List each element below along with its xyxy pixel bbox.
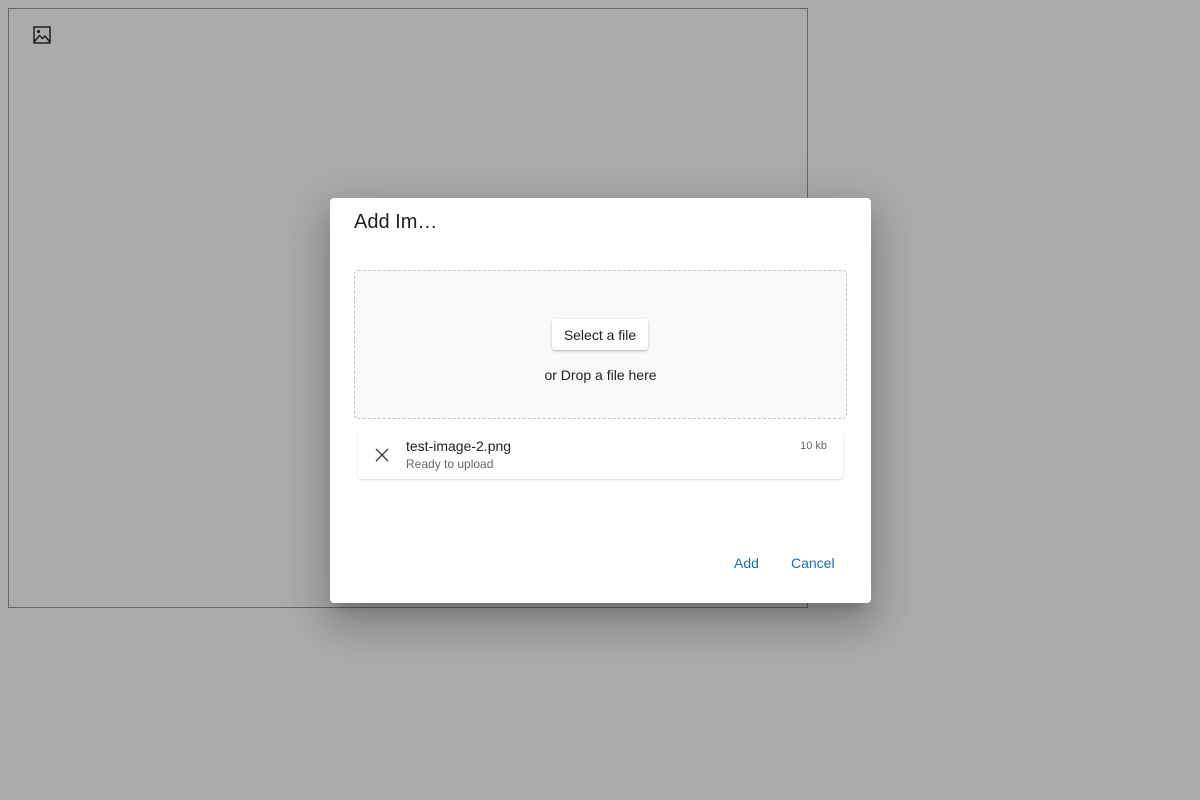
add-button[interactable]: Add: [728, 551, 765, 575]
close-icon: [375, 448, 389, 462]
dialog-title: Add Im…: [354, 211, 438, 233]
drop-hint-text: or Drop a file here: [544, 367, 657, 383]
remove-file-button[interactable]: [370, 443, 394, 467]
file-name: test-image-2.png: [406, 438, 512, 454]
file-dropzone[interactable]: Select a file or Drop a file here: [354, 270, 847, 419]
cancel-button[interactable]: Cancel: [785, 551, 841, 575]
file-item: test-image-2.png Ready to upload 10 kb: [358, 430, 843, 479]
add-image-dialog: Add Im… Select a file or Drop a file her…: [330, 198, 871, 603]
page: Add Im… Select a file or Drop a file her…: [0, 0, 1200, 800]
file-size: 10 kb: [800, 440, 827, 452]
select-file-button[interactable]: Select a file: [552, 319, 648, 350]
file-status: Ready to upload: [406, 457, 494, 471]
